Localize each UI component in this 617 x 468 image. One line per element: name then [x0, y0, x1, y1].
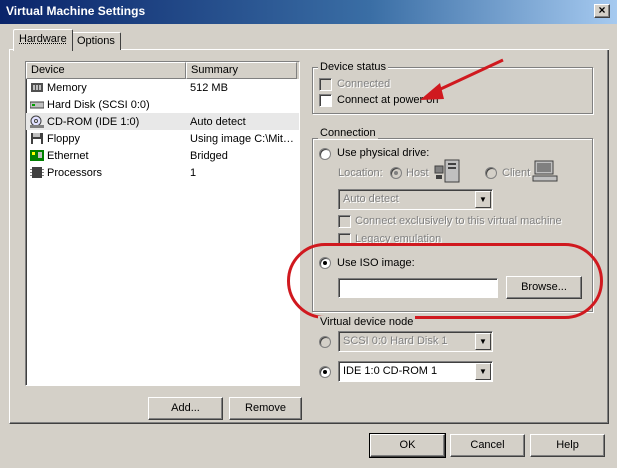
connect-exclusively-label: Connect exclusively to this virtual mach…: [355, 215, 562, 227]
device-summary: [185, 96, 295, 113]
browse-button[interactable]: Browse...: [506, 276, 582, 299]
legacy-emulation-checkbox[interactable]: [338, 233, 351, 246]
host-label: Host: [406, 167, 429, 179]
tab-options[interactable]: Options: [71, 32, 121, 50]
scsi-node-select[interactable]: SCSI 0:0 Hard Disk 1: [338, 331, 493, 352]
scsi-select-chevron-down-icon[interactable]: ▼: [475, 333, 491, 350]
connected-label: Connected: [337, 78, 391, 90]
ide-select-chevron-down-icon[interactable]: ▼: [475, 363, 491, 380]
device-row-floppy[interactable]: Floppy Using image C:\Mit…: [26, 130, 299, 147]
legacy-emulation-label: Legacy emulation: [355, 233, 442, 245]
device-summary: 1: [190, 166, 197, 179]
ide-radio[interactable]: [319, 366, 331, 378]
device-summary: Using image C:\Mit…: [190, 132, 294, 145]
ethernet-icon: [30, 150, 44, 161]
use-physical-drive-label[interactable]: Use physical drive:: [337, 147, 429, 159]
device-name: Processors: [47, 166, 103, 179]
device-summary: 512 MB: [190, 81, 228, 94]
annotation-arrow: [420, 58, 504, 100]
client-computer-icon: [532, 160, 558, 182]
memory-icon: [31, 83, 43, 92]
floppy-icon: [31, 133, 43, 144]
add-button[interactable]: Add...: [148, 397, 223, 420]
device-list[interactable]: Device Summary Memory 512 MB Hard Disk (…: [25, 61, 300, 386]
scsi-radio[interactable]: [319, 336, 331, 348]
connection-title: Connection: [318, 127, 378, 139]
processor-icon: [30, 167, 44, 178]
device-name: Ethernet: [47, 149, 89, 162]
hard-disk-icon: [30, 101, 44, 109]
device-name: CD-ROM (IDE 1:0): [47, 115, 140, 128]
device-name: Hard Disk (SCSI 0:0): [47, 98, 150, 111]
device-row-cdrom[interactable]: CD-ROM (IDE 1:0) Auto detect: [26, 113, 299, 130]
ide-node-select[interactable]: IDE 1:0 CD-ROM 1: [338, 361, 493, 382]
device-list-header: Device Summary: [26, 62, 299, 79]
tab-hardware[interactable]: Hardware: [13, 29, 73, 51]
device-name: Memory: [47, 81, 87, 94]
client-radio[interactable]: [485, 167, 497, 179]
tab-options-label: Options: [77, 35, 115, 47]
location-label: Location:: [338, 167, 383, 179]
host-radio[interactable]: [390, 167, 402, 179]
tab-hardware-label: Hardware: [19, 33, 67, 45]
use-iso-image-label[interactable]: Use ISO image:: [337, 257, 415, 269]
use-physical-drive-radio[interactable]: [319, 148, 331, 160]
connect-exclusively-checkbox[interactable]: [338, 215, 351, 228]
use-iso-image-radio[interactable]: [319, 257, 331, 269]
connect-at-power-on-checkbox[interactable]: [319, 94, 332, 107]
device-row-memory[interactable]: Memory 512 MB: [26, 79, 299, 96]
cancel-button[interactable]: Cancel: [450, 434, 525, 457]
drive-select[interactable]: Auto detect: [338, 189, 493, 210]
device-row-hard-disk[interactable]: Hard Disk (SCSI 0:0): [26, 96, 299, 113]
client-label: Client: [502, 167, 531, 179]
device-summary: Auto detect: [190, 115, 246, 128]
device-name: Floppy: [47, 132, 81, 145]
virtual-device-node-title: Virtual device node: [318, 316, 416, 328]
remove-button[interactable]: Remove: [229, 397, 302, 420]
close-button[interactable]: ×: [594, 4, 610, 18]
ok-button[interactable]: OK: [369, 433, 446, 458]
window-title: Virtual Machine Settings: [6, 4, 146, 18]
device-status-title: Device status: [318, 61, 389, 73]
column-header-device[interactable]: Device: [26, 62, 186, 79]
device-summary: Bridged: [190, 149, 228, 162]
connected-checkbox[interactable]: [319, 78, 332, 91]
host-computer-icon: [434, 159, 460, 183]
column-header-summary[interactable]: Summary: [186, 62, 297, 79]
cdrom-icon: [30, 115, 44, 128]
iso-path-input[interactable]: [338, 278, 498, 298]
drive-select-chevron-down-icon[interactable]: ▼: [475, 191, 491, 208]
device-row-processors[interactable]: Processors 1: [26, 164, 299, 181]
help-button[interactable]: Help: [530, 434, 605, 457]
device-row-ethernet[interactable]: Ethernet Bridged: [26, 147, 299, 164]
